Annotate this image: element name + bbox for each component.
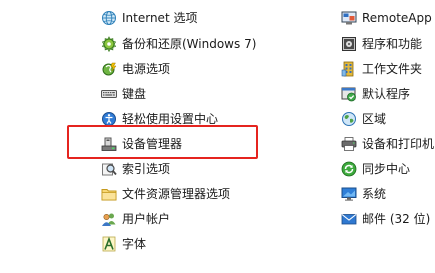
user-accounts-icon [102, 213, 116, 226]
item-label: RemoteApp [362, 11, 432, 25]
item-label: 程序和功能 [362, 37, 423, 51]
sync-center-icon [341, 161, 357, 177]
region-icon [342, 112, 356, 126]
item-label: 字体 [122, 237, 147, 251]
power-options-icon [102, 62, 117, 76]
item-devices-printers[interactable]: 设备和打印机 [341, 133, 434, 155]
item-indexing-options[interactable]: 索引选项 [101, 158, 170, 180]
item-label: 电源选项 [122, 62, 171, 76]
globe-icon [102, 11, 116, 25]
backup-restore-icon [101, 36, 117, 52]
item-backup-restore[interactable]: 备份和还原(Windows 7) [101, 33, 256, 55]
programs-features-icon [342, 37, 356, 51]
folder-options-icon [101, 189, 117, 201]
default-programs-icon [341, 87, 356, 102]
keyboard-icon [101, 90, 117, 98]
item-label: 备份和还原(Windows 7) [122, 37, 257, 51]
item-remoteapp[interactable]: RemoteApp [341, 7, 432, 29]
item-label: 系统 [362, 187, 387, 201]
item-label: 索引选项 [122, 162, 171, 176]
item-folder-options[interactable]: 文件资源管理器选项 [101, 183, 230, 205]
item-label: Internet 选项 [122, 11, 198, 25]
item-sync-center[interactable]: 同步中心 [341, 158, 410, 180]
system-icon [341, 187, 357, 201]
item-region[interactable]: 区域 [341, 108, 386, 130]
item-label: 设备和打印机 [362, 137, 435, 151]
item-label: 轻松使用设置中心 [122, 112, 219, 126]
item-default-programs[interactable]: 默认程序 [341, 83, 410, 105]
fonts-icon [102, 236, 116, 252]
mail-icon [341, 214, 357, 225]
item-label: 区域 [362, 112, 387, 126]
item-ease-of-access[interactable]: 轻松使用设置中心 [101, 108, 218, 130]
ease-of-access-icon [102, 112, 116, 126]
item-device-manager[interactable]: 设备管理器 [101, 133, 182, 155]
device-manager-icon [101, 137, 117, 151]
item-power-options[interactable]: 电源选项 [101, 58, 170, 80]
remoteapp-icon [341, 11, 357, 25]
item-label: 默认程序 [362, 87, 411, 101]
item-keyboard[interactable]: 键盘 [101, 83, 146, 105]
item-label: 同步中心 [362, 162, 411, 176]
indexing-icon [102, 163, 117, 176]
devices-printers-icon [341, 137, 357, 151]
item-label: 文件资源管理器选项 [122, 187, 231, 201]
item-label: 键盘 [122, 87, 147, 101]
item-programs-features[interactable]: 程序和功能 [341, 33, 422, 55]
item-work-folders[interactable]: 工作文件夹 [341, 58, 422, 80]
item-system[interactable]: 系统 [341, 183, 386, 205]
item-label: 用户帐户 [122, 212, 171, 226]
item-user-accounts[interactable]: 用户帐户 [101, 208, 170, 230]
item-internet-options[interactable]: Internet 选项 [101, 7, 197, 29]
item-fonts[interactable]: 字体 [101, 233, 146, 255]
item-label: 设备管理器 [122, 137, 183, 151]
item-label: 工作文件夹 [362, 62, 423, 76]
work-folders-icon [341, 61, 354, 77]
item-mail[interactable]: 邮件 (32 位) [341, 208, 430, 230]
item-label: 邮件 (32 位) [362, 212, 431, 226]
